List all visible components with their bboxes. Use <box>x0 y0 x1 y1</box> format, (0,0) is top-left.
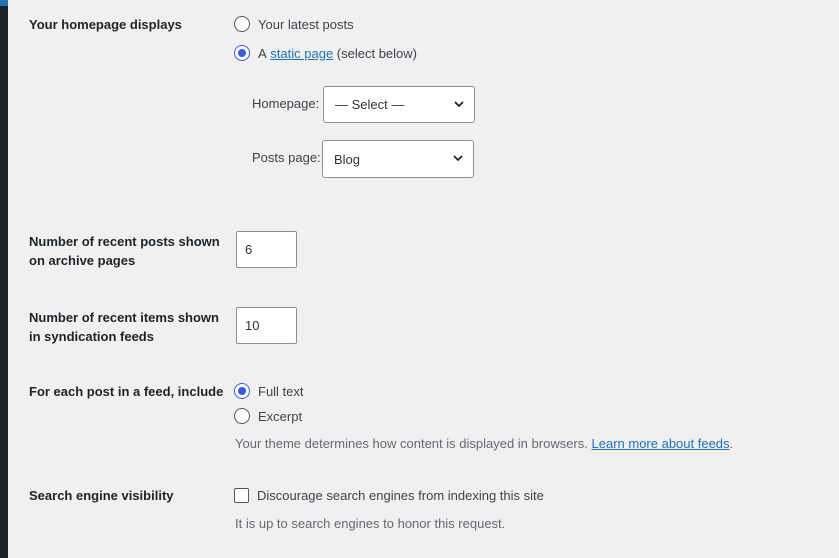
posts-page-select[interactable]: Blog <box>322 140 474 178</box>
static-page-link[interactable]: static page <box>270 46 333 61</box>
static-page-prefix: A <box>258 45 267 61</box>
archive-posts-value: 6 <box>245 242 253 257</box>
discourage-search-label: Discourage search engines from indexing … <box>257 487 544 503</box>
feed-description-period: . <box>729 436 734 451</box>
chevron-down-icon <box>453 155 463 162</box>
excerpt-option[interactable]: Excerpt <box>234 406 302 426</box>
chevron-down-icon <box>454 101 464 108</box>
discourage-search-option[interactable]: Discourage search engines from indexing … <box>234 485 544 505</box>
feed-items-value: 10 <box>245 318 260 333</box>
full-text-option[interactable]: Full text <box>234 381 304 401</box>
posts-page-select-value: Blog <box>334 151 361 167</box>
feed-description-text: Your theme determines how content is dis… <box>235 436 588 451</box>
posts-page-select-label: Posts page: <box>252 150 321 165</box>
latest-posts-radio[interactable] <box>234 16 250 32</box>
static-page-radio[interactable] <box>234 45 250 61</box>
excerpt-radio[interactable] <box>234 408 250 424</box>
admin-sidebar-accent <box>0 0 8 6</box>
homepage-select[interactable]: — Select — <box>323 86 475 123</box>
homepage-select-label: Homepage: <box>252 96 320 111</box>
archive-posts-input[interactable]: 6 <box>236 231 297 268</box>
latest-posts-option[interactable]: Your latest posts <box>234 14 354 34</box>
feed-description: Your theme determines how content is dis… <box>235 436 733 451</box>
search-visibility-label: Search engine visibility <box>29 488 174 503</box>
latest-posts-label: Your latest posts <box>258 16 354 32</box>
homepage-displays-label: Your homepage displays <box>29 17 182 32</box>
archive-posts-label: Number of recent posts shown on archive … <box>29 234 220 268</box>
static-page-suffix: (select below) <box>336 45 417 61</box>
homepage-select-value: — Select — <box>335 97 405 112</box>
search-visibility-description: It is up to search engines to honor this… <box>235 516 506 531</box>
feed-items-label: Number of recent items shown in syndicat… <box>29 310 219 344</box>
full-text-label: Full text <box>258 383 304 399</box>
learn-more-feeds-link[interactable]: Learn more about feeds <box>592 436 730 451</box>
static-page-option[interactable]: A static page (select below) <box>234 43 417 63</box>
feed-items-input[interactable]: 10 <box>236 307 297 344</box>
admin-sidebar-edge <box>0 0 8 558</box>
feed-content-label: For each post in a feed, include <box>29 384 224 399</box>
excerpt-label: Excerpt <box>258 408 303 424</box>
full-text-radio[interactable] <box>234 383 250 399</box>
discourage-search-checkbox[interactable] <box>234 487 249 503</box>
